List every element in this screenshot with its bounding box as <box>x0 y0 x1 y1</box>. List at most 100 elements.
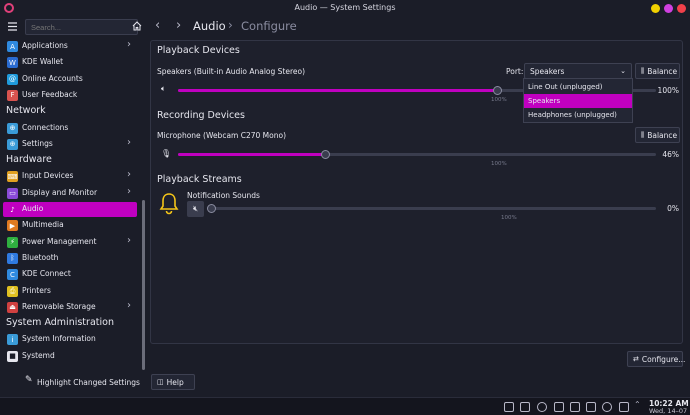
shield-icon[interactable] <box>554 402 564 412</box>
microphone-label: Microphone (Webcam C270 Mono) <box>157 131 286 140</box>
settings-icon: ⊕ <box>7 138 18 150</box>
sidebar-item-user-feedback[interactable]: F User Feedback <box>3 88 137 103</box>
mic-volume-fill <box>178 153 325 156</box>
sidebar-item-input-devices[interactable]: ⌨ Input Devices › <box>3 169 137 184</box>
close-button[interactable] <box>677 4 686 13</box>
breadcrumb-configure[interactable]: Configure <box>241 19 297 33</box>
media-pause-icon[interactable] <box>537 402 547 412</box>
sidebar-item-audio[interactable]: ♪ Audio <box>3 202 137 217</box>
sidebar-item-label: Connections <box>22 122 69 132</box>
clipboard-icon[interactable] <box>520 402 530 412</box>
sidebar-item-printers[interactable]: ⎙ Printers <box>3 284 137 299</box>
notifications-icon[interactable] <box>619 402 629 412</box>
sidebar-item-power-management[interactable]: ⚡ Power Management › <box>3 235 137 250</box>
sidebar-item-multimedia[interactable]: ▶ Multimedia <box>3 218 137 233</box>
sidebar: A Applications › W KDE Wallet @ Online Account… <box>0 38 143 369</box>
help-button[interactable]: ◫ Help <box>151 374 195 390</box>
home-icon[interactable] <box>131 20 143 32</box>
clock-date[interactable]: Wed, 14–07 <box>649 407 687 415</box>
mic-volume-handle[interactable] <box>320 150 330 159</box>
port-dropdown-value: Speakers <box>530 66 565 76</box>
microphone-icon[interactable]: 🎙︎ <box>161 149 171 158</box>
speakers-volume-handle[interactable] <box>492 86 502 95</box>
sidebar-item-kde-wallet[interactable]: W KDE Wallet <box>3 55 137 70</box>
tray-expand-icon[interactable]: ⌃ <box>634 400 641 409</box>
maximize-button[interactable] <box>664 4 673 13</box>
notification-tick-100: 100% <box>501 215 517 221</box>
search-input[interactable] <box>25 19 138 35</box>
mic-volume-value: 46% <box>662 150 679 159</box>
sidebar-item-label: Settings <box>22 138 53 148</box>
speakers-balance-label: Balance <box>647 66 678 76</box>
volume-icon[interactable] <box>586 402 596 412</box>
sidebar-item-applications[interactable]: A Applications › <box>3 39 137 54</box>
speakers-balance-button[interactable]: ⫼ Balance <box>635 63 680 79</box>
sidebar-item-label: Power Management <box>22 236 97 246</box>
balance-icon: ⫼ <box>641 130 645 139</box>
sidebar-item-kde-connect[interactable]: C KDE Connect <box>3 267 137 282</box>
sidebar-item-settings[interactable]: ⊕ Settings › <box>3 137 137 152</box>
configure-label: Configure... <box>641 354 686 364</box>
terminal-icon[interactable] <box>570 402 580 412</box>
back-icon[interactable]: ‹ <box>155 18 160 33</box>
breadcrumb-separator-icon: › <box>228 18 233 32</box>
sidebar-item-systemd[interactable]: ■ Systemd <box>3 349 137 364</box>
notification-volume-handle[interactable] <box>207 204 216 213</box>
mic-tick-100: 100% <box>491 161 507 167</box>
speakers-volume-fill <box>178 89 497 92</box>
sidebar-item-online-accounts[interactable]: @ Online Accounts <box>3 72 137 87</box>
sidebar-item-label: Input Devices <box>22 171 74 181</box>
sidebar-item-label: Bluetooth <box>22 252 59 262</box>
port-dropdown[interactable]: Speakers ⌄ <box>524 63 632 79</box>
printers-icon: ⎙ <box>7 285 18 297</box>
playback-devices-heading: Playback Devices <box>157 45 240 56</box>
mute-icon[interactable]: 🔇︎ <box>187 201 204 217</box>
bluetooth-icon: ᛒ <box>7 252 18 264</box>
mic-volume-slider[interactable] <box>178 150 656 159</box>
port-option-line-out[interactable]: Line Out (unplugged) <box>524 80 632 94</box>
help-icon: ◫ <box>157 378 164 386</box>
chevron-right-icon: › <box>127 136 131 148</box>
chevron-down-icon: ⌄ <box>620 67 626 75</box>
chevron-right-icon: › <box>127 39 131 50</box>
notification-volume-slider[interactable] <box>207 204 656 213</box>
sidebar-scrollbar[interactable] <box>142 200 145 370</box>
sidebar-item-label: Systemd <box>22 350 55 360</box>
multimedia-icon: ▶ <box>7 220 18 232</box>
audio-icon: ♪ <box>7 204 18 215</box>
forward-icon[interactable]: › <box>176 18 181 33</box>
mic-balance-button[interactable]: ⫼ Balance <box>635 127 680 143</box>
online-accounts-icon: @ <box>7 73 18 85</box>
sidebar-item-bluetooth[interactable]: ᛒ Bluetooth <box>3 251 137 266</box>
balance-icon: ⫼ <box>641 66 645 75</box>
sidebar-item-label: Multimedia <box>22 220 64 230</box>
sidebar-item-label: Removable Storage <box>22 301 96 311</box>
bell-icon <box>157 191 181 215</box>
trash-icon[interactable] <box>504 402 514 412</box>
category-system-administration: System Administration <box>6 317 114 329</box>
recording-devices-heading: Recording Devices <box>157 110 245 121</box>
sidebar-item-display-and-monitor[interactable]: ▭ Display and Monitor › <box>3 186 137 201</box>
clock-icon[interactable] <box>602 402 612 412</box>
speakers-tick-100: 100% <box>491 97 507 103</box>
kde-wallet-icon: W <box>7 57 18 69</box>
user-feedback-icon: F <box>7 89 18 101</box>
notification-sounds-label: Notification Sounds <box>187 191 260 200</box>
chevron-right-icon: › <box>127 185 131 197</box>
highlight-changed-settings-button[interactable]: Highlight Changed Settings <box>37 378 140 387</box>
taskbar: ⌃ 10:22 AM Wed, 14–07 <box>0 397 690 415</box>
port-option-headphones[interactable]: Headphones (unplugged) <box>524 108 632 122</box>
port-option-speakers[interactable]: Speakers <box>524 94 632 108</box>
display-and-monitor-icon: ▭ <box>7 187 18 199</box>
configure-button[interactable]: ⇄ Configure... <box>627 351 686 367</box>
sidebar-item-system-information[interactable]: i System Information <box>3 332 137 347</box>
port-dropdown-list: Line Out (unplugged) Speakers Headphones… <box>523 78 633 123</box>
minimize-button[interactable] <box>651 4 660 13</box>
sidebar-item-label: Display and Monitor <box>22 187 98 197</box>
sidebar-item-connections[interactable]: ⊕ Connections <box>3 121 137 136</box>
sidebar-item-removable-storage[interactable]: ⏏ Removable Storage › <box>3 300 137 315</box>
category-hardware: Hardware <box>6 154 52 166</box>
speaker-volume-icon[interactable]: 🔈︎ <box>161 84 166 94</box>
hamburger-menu-icon[interactable] <box>7 21 18 32</box>
sidebar-item-label: KDE Connect <box>22 269 71 279</box>
